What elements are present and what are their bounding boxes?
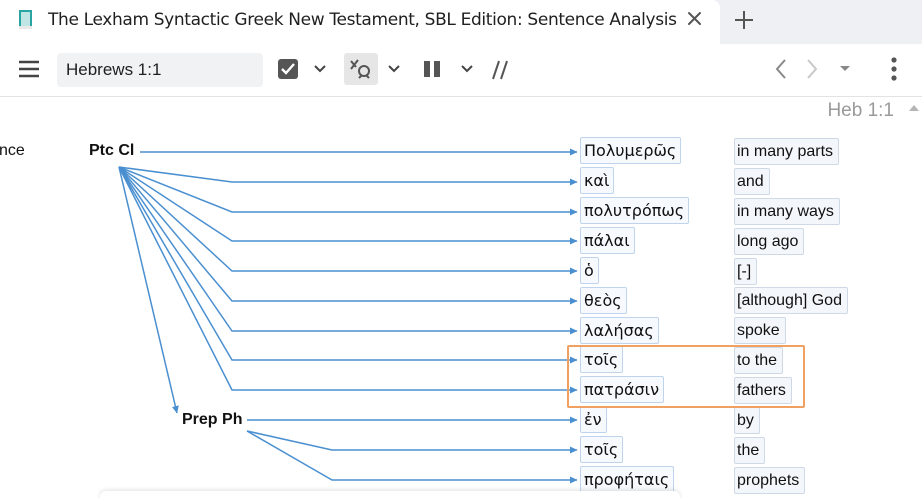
connector-line [118, 166, 179, 414]
connector-line [246, 430, 578, 484]
english-gloss[interactable]: long ago [734, 228, 805, 255]
greek-word[interactable]: πάλαι [580, 227, 635, 254]
connector-line [118, 166, 578, 186]
menu-icon[interactable] [17, 57, 41, 81]
chevron-down-icon[interactable] [837, 62, 853, 76]
english-gloss[interactable]: spoke [734, 317, 786, 344]
previous-label-cutoff: nce [0, 142, 25, 159]
more-vertical-icon[interactable] [884, 55, 904, 83]
greek-word[interactable]: προφήταις [580, 466, 675, 493]
english-gloss[interactable]: in many parts [734, 138, 840, 165]
columns-icon[interactable] [420, 57, 444, 81]
back-arrow-icon[interactable] [770, 58, 792, 80]
toolbar [0, 44, 922, 97]
checkbox-icon[interactable] [276, 56, 300, 82]
greek-word[interactable]: ἐν [580, 406, 607, 433]
tab-bar: The Lexham Syntactic Greek New Testament… [0, 0, 922, 44]
clause-label-prep-ph: Prep Ph [182, 411, 243, 428]
new-tab-plus-icon[interactable] [732, 8, 756, 32]
greek-word[interactable]: λαλήσας [580, 317, 659, 344]
connector-line [118, 166, 578, 394]
english-gloss[interactable]: and [734, 168, 770, 195]
bottom-panel-edge [100, 491, 680, 498]
english-gloss[interactable]: the [734, 437, 766, 464]
active-tab[interactable]: The Lexham Syntactic Greek New Testament… [0, 0, 720, 44]
english-gloss[interactable]: in many ways [734, 198, 840, 225]
greek-word[interactable]: Πολυμερῶς [580, 137, 682, 164]
greek-word[interactable]: καὶ [580, 167, 615, 194]
english-gloss[interactable]: prophets [734, 467, 806, 494]
selection-highlight [567, 345, 805, 408]
english-gloss[interactable]: by [734, 407, 760, 434]
greek-word[interactable]: ὁ [580, 257, 599, 284]
chevron-down-icon[interactable] [459, 62, 475, 76]
close-icon[interactable] [684, 8, 706, 30]
parallel-slash-icon[interactable] [488, 57, 512, 83]
sentence-diagram: Heb 1:1 nce Ptc Cl Prep Ph Πολυμερῶς καὶ [0, 97, 922, 498]
book-icon [18, 9, 34, 31]
tab-title: The Lexham Syntactic Greek New Testament… [48, 10, 677, 30]
connector-line [246, 430, 578, 454]
english-gloss[interactable]: [although] God [734, 287, 848, 314]
greek-word[interactable]: τοῖς [580, 436, 624, 463]
interlinear-link-icon[interactable] [344, 53, 378, 85]
clause-label-ptc-cl: Ptc Cl [89, 142, 135, 159]
chevron-down-icon[interactable] [312, 62, 328, 76]
chevron-down-icon[interactable] [386, 62, 402, 76]
greek-word[interactable]: πολυτρόπως [580, 197, 690, 224]
greek-word[interactable]: θεὸς [580, 287, 627, 314]
reference-input[interactable] [57, 53, 263, 87]
forward-arrow-icon[interactable] [801, 58, 823, 80]
connector-line [118, 166, 578, 216]
connector-line [118, 166, 578, 305]
english-gloss[interactable]: [-] [734, 258, 758, 285]
